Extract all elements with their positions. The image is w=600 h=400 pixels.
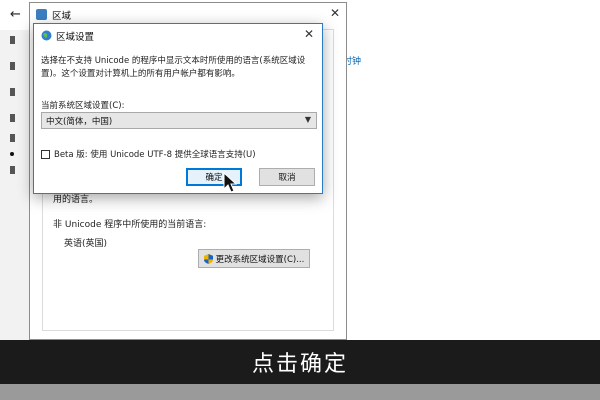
sidebar-item-fragment[interactable] [10, 88, 15, 96]
change-system-locale-button[interactable]: 更改系统区域设置(C)... [198, 249, 310, 268]
region-window-title: 区域 [52, 11, 72, 22]
close-icon[interactable]: ✕ [304, 27, 314, 41]
close-icon[interactable]: ✕ [330, 6, 340, 20]
chevron-down-icon: ▼ [304, 115, 311, 124]
beta-utf8-label: Beta 版: 使用 Unicode UTF-8 提供全球语言支持(U) [54, 150, 256, 160]
globe-icon [41, 30, 52, 41]
nonunicode-language-label: 非 Unicode 程序中所使用的当前语言: [53, 220, 207, 230]
back-arrow-icon[interactable]: ← [10, 7, 21, 22]
sidebar-item-fragment[interactable] [10, 134, 15, 142]
uac-shield-icon [203, 253, 213, 264]
beta-utf8-option[interactable]: Beta 版: 使用 Unicode UTF-8 提供全球语言支持(U) [41, 148, 256, 160]
dialog-title: 区域设置 [56, 32, 95, 43]
sidebar-selected-dot [10, 152, 14, 156]
current-locale-label: 当前系统区域设置(C): [41, 101, 125, 111]
system-locale-select[interactable]: 中文(简体，中国) ▼ [41, 112, 317, 129]
region-globe-icon [36, 9, 47, 20]
bottom-frame-bar [0, 384, 600, 400]
sidebar-item-fragment[interactable] [10, 114, 15, 122]
selected-locale-value: 中文(简体，中国) [46, 117, 113, 127]
region-settings-dialog: 区域设置 ✕ 选择在不支持 Unicode 的程序中显示文本时所使用的语言(系统… [33, 23, 323, 194]
change-locale-label: 更改系统区域设置(C)... [215, 254, 305, 265]
video-caption: 点击确定 [251, 352, 348, 377]
sidebar-item-fragment[interactable] [10, 62, 15, 70]
settings-sidebar [0, 30, 30, 340]
desktop-screen: ← 时钟 区域 ✕ 用的语言。 非 Unicode 程序中所使用的当前语言: 英… [0, 0, 600, 340]
dialog-titlebar: 区域设置 ✕ [34, 24, 322, 48]
beta-utf8-checkbox[interactable] [41, 149, 50, 159]
cancel-button[interactable]: 取消 [259, 168, 315, 186]
nonunicode-language-value: 英语(英国) [64, 239, 108, 249]
dialog-description: 选择在不支持 Unicode 的程序中显示文本时所使用的语言(系统区域设置)。这… [41, 56, 306, 79]
sidebar-item-fragment[interactable] [10, 166, 15, 174]
mouse-pointer-icon [223, 172, 237, 193]
sidebar-item-fragment[interactable] [10, 36, 15, 44]
